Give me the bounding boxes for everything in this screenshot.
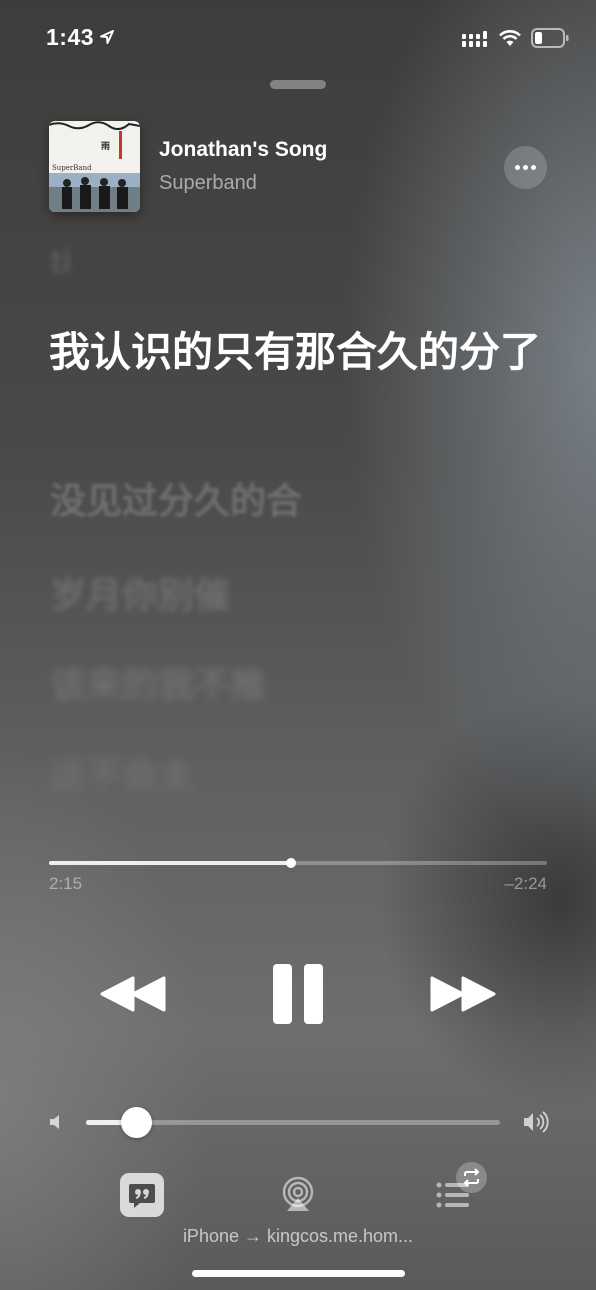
lyric-line-upcoming[interactable]: 这不会太 (50, 746, 194, 798)
battery-icon (531, 28, 569, 48)
repeat-icon (463, 1168, 480, 1187)
song-title: Jonathan's Song (159, 138, 328, 161)
home-indicator[interactable] (192, 1270, 405, 1277)
more-options-button[interactable] (504, 146, 547, 189)
album-art[interactable]: 雨 SuperBand (49, 121, 140, 212)
status-time: 1:43 (46, 24, 95, 50)
lyrics-quote-icon (129, 1184, 155, 1208)
status-bar: 1:43 (0, 0, 596, 80)
location-arrow-icon (100, 30, 114, 44)
playback-scrubber[interactable] (49, 858, 547, 868)
lyric-line-previous[interactable]: ti (50, 240, 72, 282)
ellipsis-icon (515, 165, 520, 170)
lyric-line-current[interactable]: 我认识的只有那合久的分了 (49, 326, 559, 378)
backward-icon[interactable] (100, 976, 166, 1012)
song-artist[interactable]: Superband (159, 172, 257, 195)
lyric-line-upcoming[interactable]: 没见过分久的合 (50, 472, 302, 524)
lyric-line-upcoming[interactable]: 岁月你别催 (50, 566, 230, 618)
wifi-icon (499, 30, 521, 46)
repeat-button[interactable] (456, 1162, 487, 1193)
forward-icon[interactable] (430, 976, 496, 1012)
airplay-route-label[interactable]: iPhone → kingcos.me.hom... (0, 1226, 596, 1247)
album-art-label: SuperBand (52, 164, 92, 172)
sheet-grabber[interactable] (270, 80, 326, 89)
pause-icon[interactable] (272, 963, 324, 1025)
volume-slider[interactable] (86, 1107, 500, 1138)
svg-text:雨: 雨 (101, 141, 110, 152)
volume-knob[interactable] (120, 1107, 152, 1138)
airplay-icon[interactable] (279, 1175, 317, 1213)
lyric-line-upcoming[interactable]: 该来的我不推 (50, 656, 266, 708)
remaining-time: –2:24 (504, 874, 547, 893)
playback-scrubber-knob[interactable] (285, 858, 296, 868)
speaker-high-icon (524, 1111, 549, 1133)
speaker-low-icon (50, 1115, 59, 1129)
lyrics-button[interactable] (120, 1173, 164, 1217)
cellular-signal-icon (462, 31, 487, 47)
elapsed-time: 2:15 (49, 874, 83, 893)
playback-progress-fill (49, 861, 291, 865)
